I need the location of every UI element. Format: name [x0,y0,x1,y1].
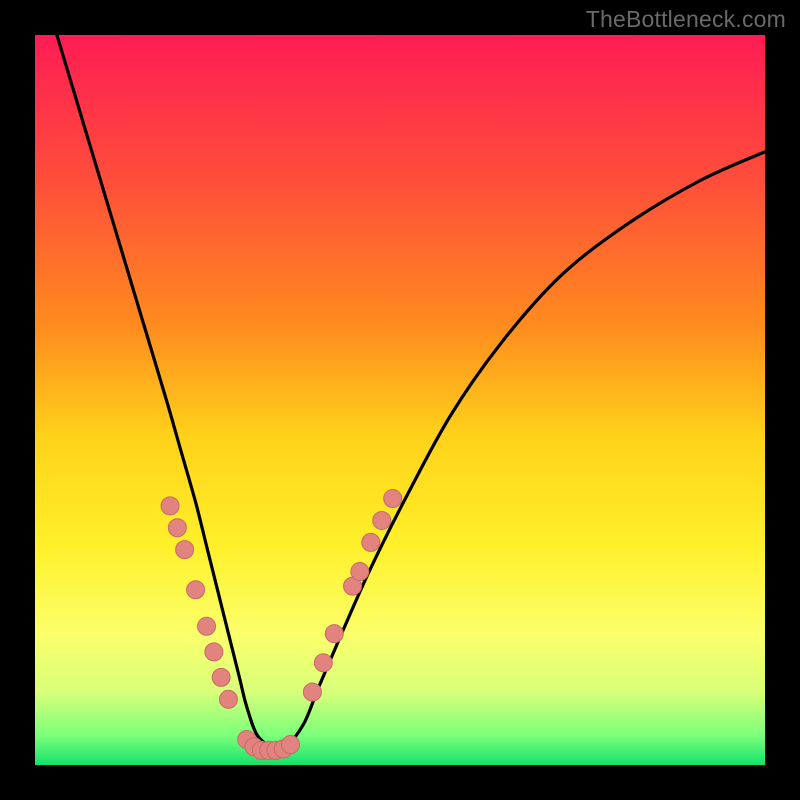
curve-marker [176,541,194,559]
chart-frame: TheBottleneck.com [0,0,800,800]
curve-marker [303,683,321,701]
curve-marker [205,643,223,661]
curve-marker [373,511,391,529]
curve-marker [219,690,237,708]
curve-marker [362,533,380,551]
plot-area [35,35,765,765]
chart-svg [35,35,765,765]
curve-marker [168,519,186,537]
watermark-text: TheBottleneck.com [586,6,786,33]
curve-marker [212,668,230,686]
curve-marker [384,490,402,508]
curve-marker [314,654,332,672]
curve-marker [198,617,216,635]
curve-marker [282,736,300,754]
curve-marker [187,581,205,599]
curve-marker [325,625,343,643]
gradient-background [35,35,765,765]
curve-marker [161,497,179,515]
curve-marker [351,563,369,581]
